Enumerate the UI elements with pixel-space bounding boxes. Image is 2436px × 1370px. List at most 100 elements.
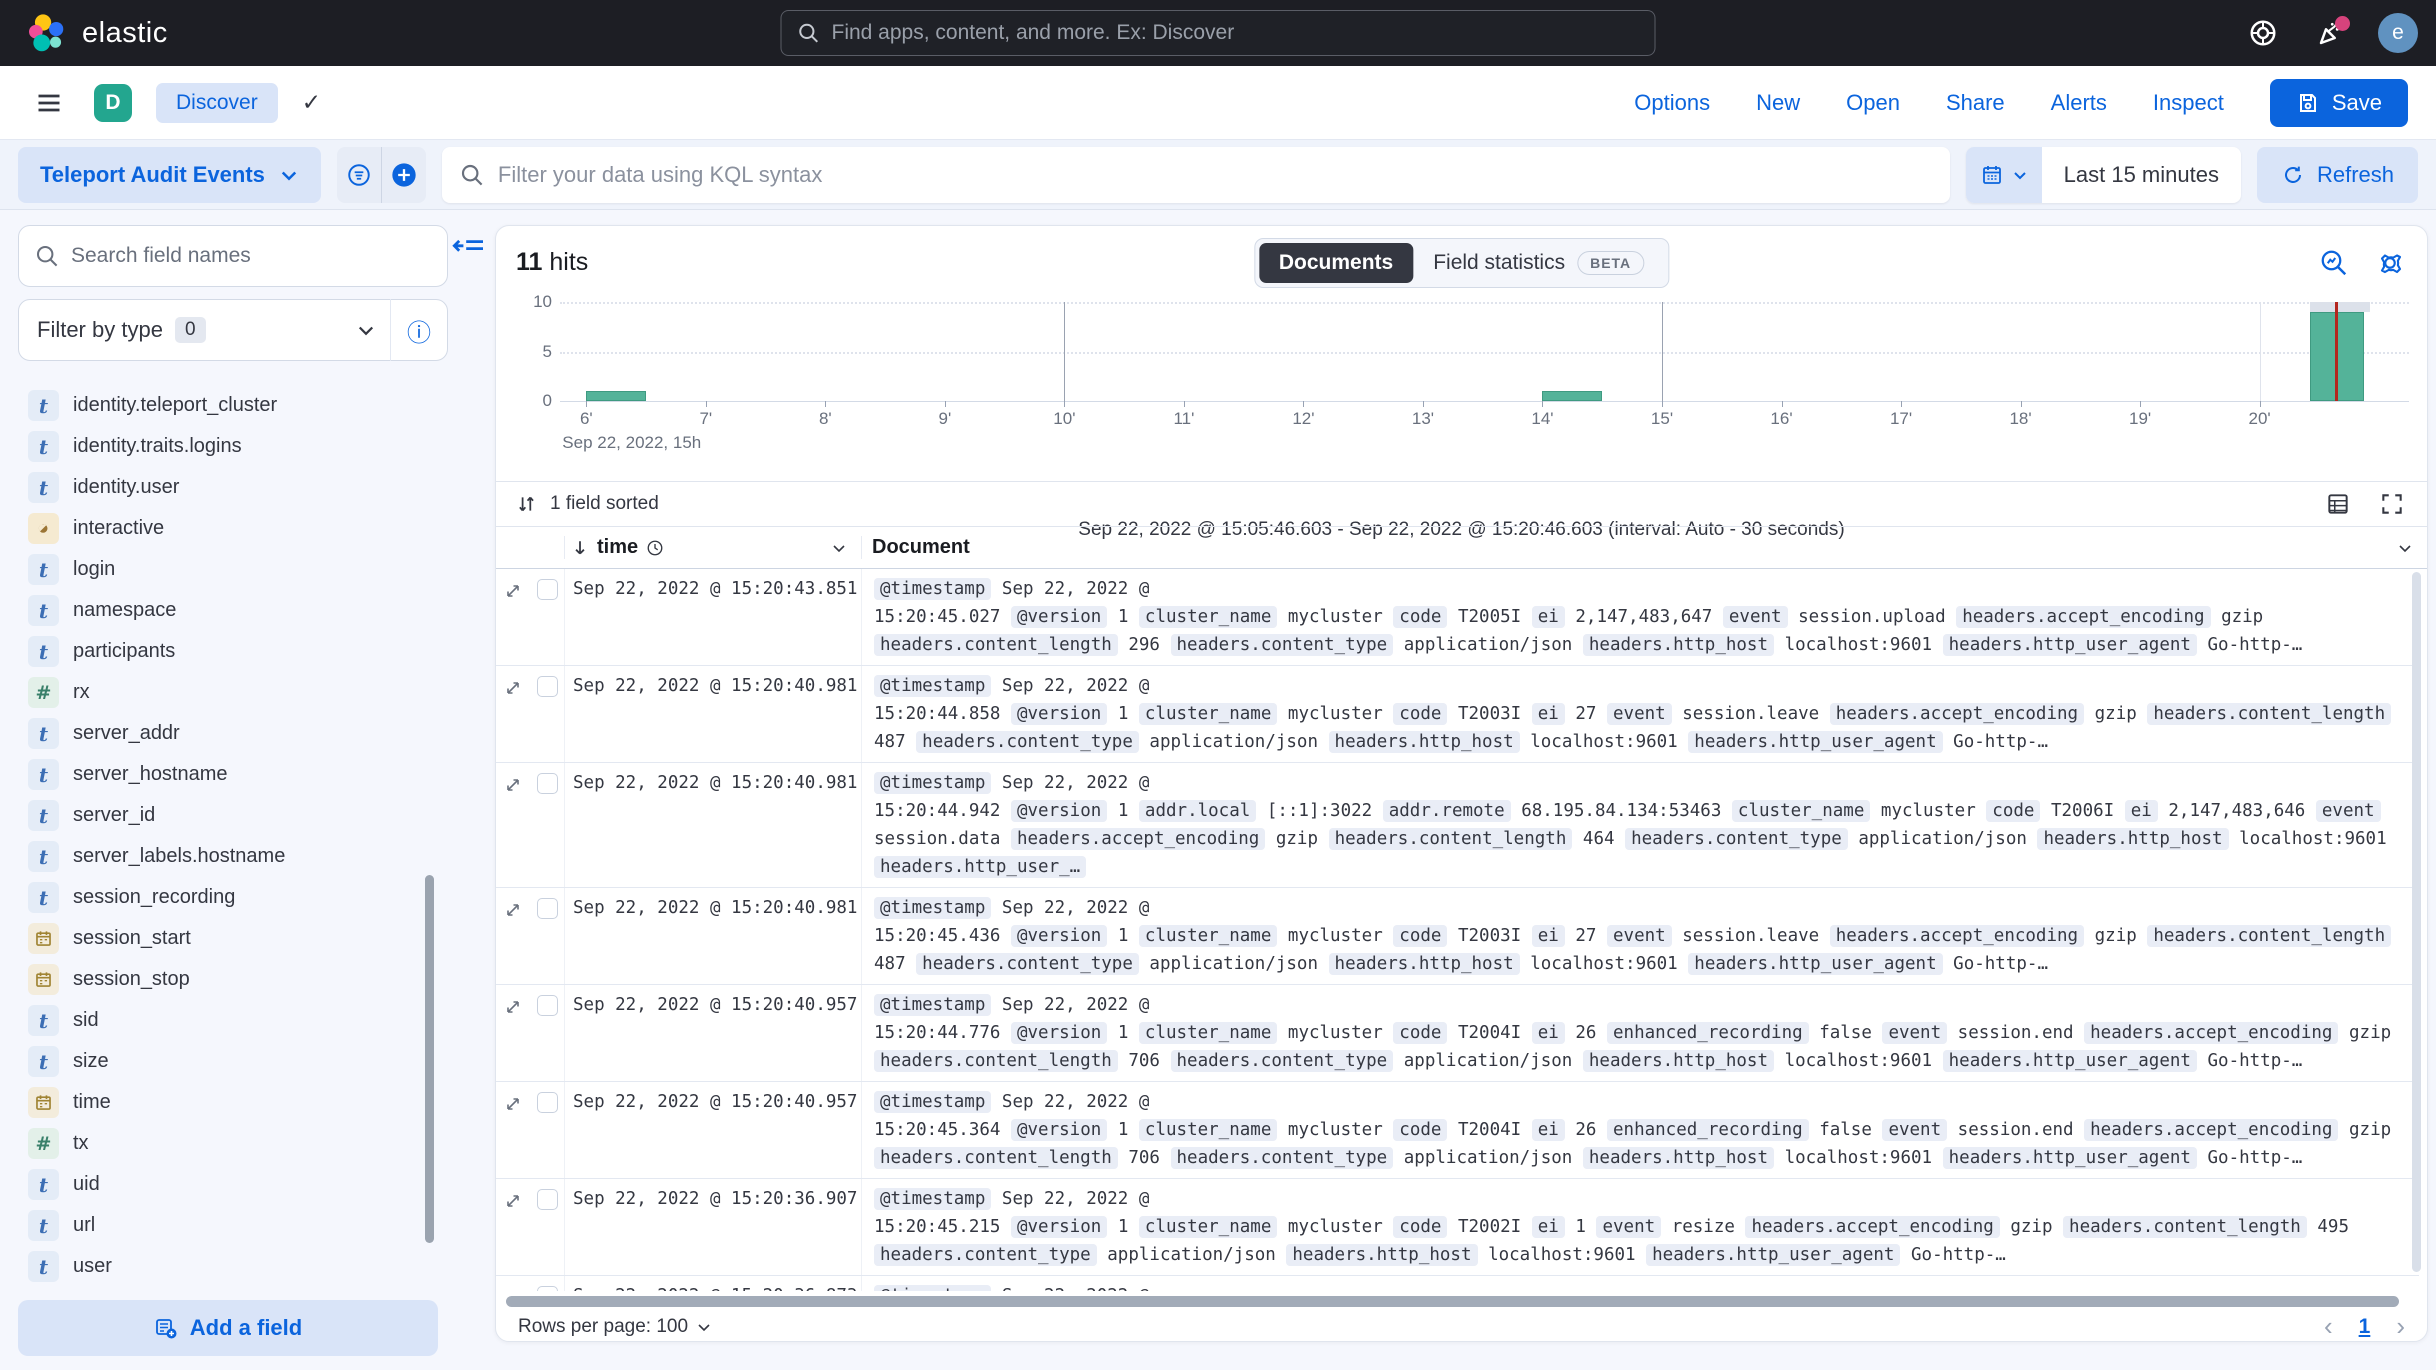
data-view-picker[interactable]: Teleport Audit Events [18,147,321,203]
saved-query-menu-icon[interactable] [337,147,381,203]
display-options-icon[interactable] [2323,489,2353,519]
field-item-tx[interactable]: #tx [18,1123,448,1164]
field-item-server_addr[interactable]: tserver_addr [18,713,448,754]
field-item-participants[interactable]: tparticipants [18,631,448,672]
field-item-identity.user[interactable]: tidentity.user [18,467,448,508]
row-checkbox[interactable] [530,1276,564,1291]
field-item-user[interactable]: tuser [18,1246,448,1287]
help-icon[interactable] [2242,12,2284,54]
newsfeed-icon[interactable] [2310,12,2352,54]
next-page-icon[interactable]: › [2396,1311,2405,1342]
info-icon[interactable]: ⓘ [391,313,447,348]
row-checkbox[interactable] [530,569,564,665]
field-search[interactable] [18,225,448,287]
fields-sorted-label[interactable]: 1 field sorted [550,493,659,515]
row-document-cell: @timestamp Sep 22, 2022 @ 15:20:45.027 @… [861,569,2419,665]
kql-input[interactable] [498,162,1932,188]
field-item-session_recording[interactable]: tsession_recording [18,877,448,918]
row-checkbox[interactable] [530,888,564,984]
time-range-label[interactable]: Last 15 minutes [2042,162,2241,188]
elastic-logo[interactable]: elastic [26,12,168,54]
gear-icon[interactable] [2373,246,2407,280]
histogram-plot-area[interactable]: 05106'7'8'9'10'11'12'13'14'15'16'17'18'1… [560,302,2409,402]
doc-field-value: Go-http-… [2208,1051,2303,1071]
breadcrumb-discover[interactable]: Discover [156,83,278,123]
top-menu-link-inspect[interactable]: Inspect [2153,90,2224,116]
field-item-identity.teleport_cluster[interactable]: tidentity.teleport_cluster [18,385,448,426]
expand-row-button[interactable] [496,666,530,762]
doc-field-name: @timestamp [874,1188,991,1210]
doc-field-value: Sep 22, 2022 @ [1002,579,1150,599]
field-item-identity.traits.logins[interactable]: tidentity.traits.logins [18,426,448,467]
fullscreen-icon[interactable] [2377,489,2407,519]
row-checkbox[interactable] [530,985,564,1081]
add-field-button[interactable]: Add a field [18,1300,438,1356]
document-column-header[interactable]: Document [861,536,2427,559]
field-item-rx[interactable]: #rx [18,672,448,713]
page-number[interactable]: 1 [2359,1315,2371,1339]
expand-row-button[interactable] [496,569,530,665]
previous-page-icon[interactable]: ‹ [2324,1311,2333,1342]
field-item-server_hostname[interactable]: tserver_hostname [18,754,448,795]
field-item-uid[interactable]: tuid [18,1164,448,1205]
field-item-interactive[interactable]: ◑interactive [18,508,448,549]
rows-per-page-button[interactable]: Rows per page: 100 [518,1316,712,1338]
chevron-down-icon[interactable] [2397,540,2413,556]
chevron-down-icon[interactable] [831,540,847,556]
expand-row-button[interactable] [496,1276,530,1291]
time-column-header[interactable]: time [564,536,861,559]
sort-fields-icon[interactable] [516,493,538,515]
top-menu-link-alerts[interactable]: Alerts [2051,90,2107,116]
tab-field-statistics[interactable]: Field statisticsBETA [1413,243,1664,283]
global-search[interactable] [781,10,1656,56]
top-menu-link-open[interactable]: Open [1846,90,1900,116]
collapse-sidebar-icon[interactable] [452,236,488,266]
expand-row-button[interactable] [496,1179,530,1275]
row-checkbox[interactable] [530,666,564,762]
expand-row-button[interactable] [496,1082,530,1178]
field-item-server_id[interactable]: tserver_id [18,795,448,836]
date-picker-button[interactable] [1966,147,2042,203]
field-item-session_stop[interactable]: session_stop [18,959,448,1000]
row-time-cell: Sep 22, 2022 @ 15:20:40.981 [564,888,861,984]
menu-icon[interactable] [28,82,70,124]
field-item-url[interactable]: turl [18,1205,448,1246]
tab-label: Field statistics [1433,251,1565,275]
row-checkbox[interactable] [530,763,564,887]
save-button[interactable]: Save [2270,79,2408,127]
top-menu-link-options[interactable]: Options [1634,90,1710,116]
expand-row-button[interactable] [496,888,530,984]
top-menu-link-share[interactable]: Share [1946,90,2005,116]
field-name: identity.traits.logins [73,435,242,458]
field-item-namespace[interactable]: tnamespace [18,590,448,631]
vertical-scrollbar[interactable] [2412,572,2421,1272]
field-item-server_labels.hostname[interactable]: tserver_labels.hostname [18,836,448,877]
kql-search-bar[interactable] [442,147,1950,203]
field-item-time[interactable]: time [18,1082,448,1123]
field-item-sid[interactable]: tsid [18,1000,448,1041]
sidebar-scrollbar[interactable] [425,875,434,1243]
horizontal-scrollbar[interactable] [506,1296,2399,1307]
space-badge[interactable]: D [94,84,132,122]
expand-row-button[interactable] [496,985,530,1081]
expand-row-button[interactable] [496,763,530,887]
doc-field-value: application/json [1404,1051,1573,1071]
row-checkbox[interactable] [530,1082,564,1178]
avatar[interactable]: e [2378,13,2418,53]
doc-field-name: headers.http_user_… [874,856,1086,878]
top-menu-link-new[interactable]: New [1756,90,1800,116]
doc-field-name: ei [2125,800,2158,822]
chart-options-icon[interactable] [2317,246,2351,280]
add-filter-icon[interactable] [382,147,426,203]
row-checkbox[interactable] [530,1179,564,1275]
refresh-button[interactable]: Refresh [2257,147,2418,203]
field-item-login[interactable]: tlogin [18,549,448,590]
field-item-session_start[interactable]: session_start [18,918,448,959]
tab-documents[interactable]: Documents [1259,243,1413,283]
global-search-input[interactable] [832,21,1639,45]
row-document-cell: @timestamp Sep 22, 2022 @ 15:20:44.698 @… [861,1276,2419,1291]
doc-field-name: code [1393,925,1447,947]
field-search-input[interactable] [71,244,431,268]
filter-by-type[interactable]: Filter by type 0 ⓘ [18,299,448,361]
field-item-size[interactable]: tsize [18,1041,448,1082]
